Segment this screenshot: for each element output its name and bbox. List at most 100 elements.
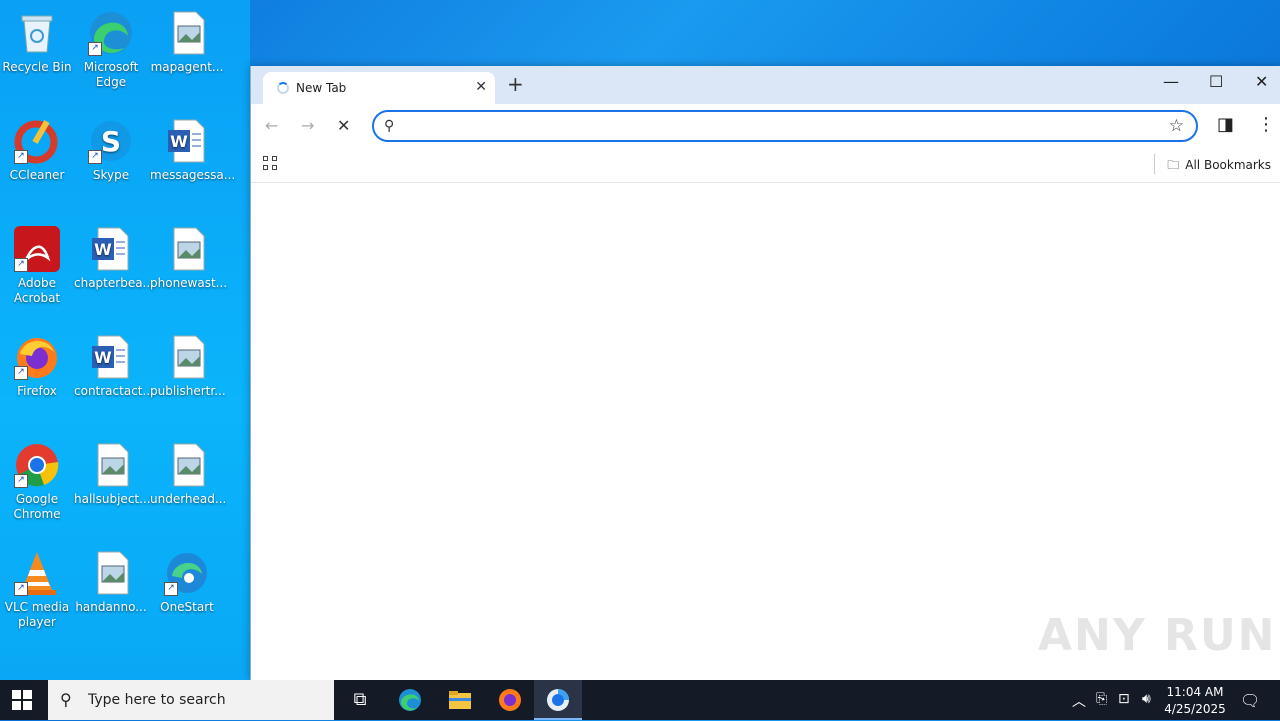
desktop-icon-onestart[interactable]: ↗ OneStart	[150, 544, 224, 615]
desktop-icon-firefox[interactable]: ↗ Firefox	[0, 328, 74, 399]
desktop-icon-label: publishertr...	[150, 384, 226, 398]
shortcut-arrow-icon: ↗	[14, 474, 28, 488]
tray-device-icon[interactable]: ⎘	[1096, 691, 1107, 707]
stop-loading-icon[interactable]: ✕	[337, 116, 350, 135]
desktop-icon-label: handanno...	[75, 600, 147, 614]
desktop-icon-publishertr[interactable]: publishertr...	[150, 328, 226, 399]
desktop-icon-label: OneStart	[160, 600, 214, 614]
image-file-icon	[88, 550, 134, 596]
shortcut-arrow-icon: ↗	[14, 366, 28, 380]
tray-volume-icon[interactable]: 🔊︎	[1142, 691, 1151, 707]
image-file-icon	[164, 442, 210, 488]
loading-spinner-icon	[277, 82, 289, 94]
search-icon: ⚲	[60, 690, 72, 709]
taskbar-firefox-icon[interactable]	[496, 686, 524, 714]
desktop-icon-underhead[interactable]: underhead...	[150, 436, 227, 507]
tab-strip: New Tab ✕ + — ☐ ✕	[251, 66, 1280, 104]
skype-icon: S ↗	[88, 118, 134, 164]
taskbar-edge-icon[interactable]	[396, 686, 424, 714]
desktop-icon-google-chrome[interactable]: ↗ Google Chrome	[0, 436, 74, 522]
taskbar-chrome-icon[interactable]	[544, 686, 572, 714]
page-content	[251, 183, 1280, 680]
desktop-icon-label: Microsoft Edge	[83, 60, 139, 89]
desktop-icon-label: CCleaner	[9, 168, 65, 182]
svg-text:W: W	[94, 348, 112, 367]
bookmarks-bar: 🗀 All Bookmarks	[251, 148, 1280, 183]
taskbar-clock[interactable]: 11:04 AM 4/25/2025	[1160, 684, 1230, 718]
word-doc-icon: W	[164, 118, 210, 164]
close-window-icon[interactable]: ✕	[1255, 72, 1268, 91]
desktop-icon-label: Firefox	[17, 384, 57, 398]
desktop-icon-chapterbea[interactable]: W chapterbea...	[74, 220, 154, 291]
folder-icon: 🗀	[1167, 158, 1180, 172]
desktop-icon-ccleaner[interactable]: ↗ CCleaner	[0, 112, 74, 183]
bookmarks-separator	[1154, 154, 1155, 174]
taskbar-search-placeholder: Type here to search	[88, 692, 226, 708]
tab-title: New Tab	[296, 81, 347, 95]
image-file-icon	[164, 10, 210, 56]
desktop-icon-messagessa[interactable]: W messagessa...	[150, 112, 235, 183]
browser-window: New Tab ✕ + — ☐ ✕ ← → ✕ ⚲ ☆ ◨ ⋮ 🗀 All Boo…	[250, 66, 1280, 680]
desktop-icon-handanno[interactable]: handanno...	[74, 544, 148, 615]
task-view-icon[interactable]: ⧉	[346, 686, 374, 714]
desktop-icon-adobe-acrobat[interactable]: ↗ Adobe Acrobat	[0, 220, 74, 306]
windows-start-icon[interactable]	[12, 690, 32, 710]
ccleaner-icon: ↗	[14, 118, 60, 164]
taskbar-file-explorer-icon[interactable]	[446, 686, 474, 714]
apps-grid-icon[interactable]	[263, 156, 279, 172]
maximize-icon[interactable]: ☐	[1209, 72, 1223, 91]
notification-center-icon[interactable]: 🗨︎	[1240, 691, 1260, 710]
vlc-icon: ↗	[14, 550, 60, 596]
acrobat-icon: ↗	[14, 226, 60, 272]
clock-date: 4/25/2025	[1164, 702, 1226, 716]
edge-icon: ↗	[88, 10, 134, 56]
taskbar: ⚲ Type here to search ⧉ ︿ ⎘ ⊡ 🔊︎ 11:04 A…	[0, 680, 1280, 720]
back-arrow-icon[interactable]: ←	[265, 116, 278, 135]
search-icon: ⚲	[384, 118, 395, 134]
taskbar-search-box[interactable]: ⚲ Type here to search	[48, 680, 334, 720]
desktop-icon-contractact[interactable]: W contractact...	[74, 328, 154, 399]
desktop-icon-label: underhead...	[150, 492, 227, 506]
watermark: ANY RUN	[1038, 610, 1277, 661]
desktop-icon-recycle-bin[interactable]: Recycle Bin	[0, 4, 74, 75]
svg-text:W: W	[170, 132, 188, 151]
desktop-icon-mapagent[interactable]: mapagent...	[150, 4, 224, 75]
desktop-icon-label: contractact...	[74, 384, 154, 398]
desktop-icon-label: hallsubject...	[74, 492, 151, 506]
shortcut-arrow-icon: ↗	[164, 582, 178, 596]
all-bookmarks-button[interactable]: 🗀 All Bookmarks	[1167, 156, 1271, 177]
desktop-icon-phonewast[interactable]: phonewast...	[150, 220, 228, 291]
minimize-icon[interactable]: —	[1163, 72, 1179, 91]
clock-time: 11:04 AM	[1166, 685, 1224, 699]
kebab-menu-icon[interactable]: ⋮	[1257, 114, 1275, 135]
desktop-icon-skype[interactable]: S ↗ Skype	[74, 112, 148, 183]
tray-chevron-up-icon[interactable]: ︿	[1072, 691, 1086, 711]
svg-text:W: W	[94, 240, 112, 259]
bookmark-star-icon[interactable]: ☆	[1169, 116, 1184, 136]
address-input[interactable]	[410, 118, 1154, 138]
tab-new-tab[interactable]: New Tab ✕	[263, 72, 495, 104]
shortcut-arrow-icon: ↗	[14, 582, 28, 596]
new-tab-plus-icon[interactable]: +	[507, 72, 524, 96]
tray-network-icon[interactable]: ⊡	[1118, 691, 1130, 707]
image-file-icon	[164, 226, 210, 272]
firefox-icon: ↗	[14, 334, 60, 380]
image-file-icon	[88, 442, 134, 488]
desktop-icon-label: phonewast...	[150, 276, 228, 290]
svg-text:S: S	[101, 125, 121, 158]
shortcut-arrow-icon: ↗	[14, 258, 28, 272]
tab-close-icon[interactable]: ✕	[475, 79, 487, 95]
desktop: Recycle Bin ↗ CCleaner ↗ Adobe Acrobat ↗…	[0, 0, 250, 680]
desktop-icon-vlc[interactable]: ↗ VLC media player	[0, 544, 74, 630]
side-panel-icon[interactable]: ◨	[1217, 114, 1234, 135]
desktop-icon-hallsubject[interactable]: hallsubject...	[74, 436, 151, 507]
desktop-icon-label: Skype	[92, 168, 130, 182]
address-bar[interactable]: ⚲ ☆	[372, 110, 1198, 142]
desktop-icon-label: Recycle Bin	[2, 60, 72, 74]
chrome-icon: ↗	[14, 442, 60, 488]
desktop-icon-microsoft-edge[interactable]: ↗ Microsoft Edge	[74, 4, 148, 90]
desktop-icon-label: VLC media player	[4, 600, 70, 629]
image-file-icon	[164, 334, 210, 380]
forward-arrow-icon[interactable]: →	[301, 116, 314, 135]
shortcut-arrow-icon: ↗	[14, 150, 28, 164]
